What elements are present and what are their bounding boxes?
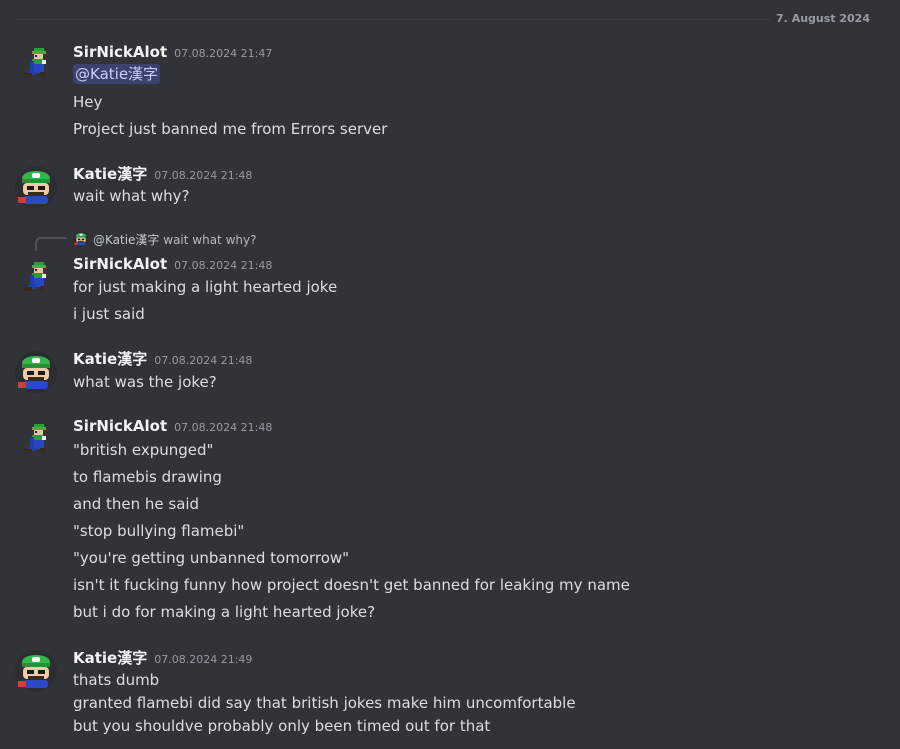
chat-view: 7. August 2024 SirNickAlot 07.08.2024 21:…: [0, 0, 900, 749]
date-divider-label: 7. August 2024: [770, 12, 870, 25]
message-line: @Katie漢字: [73, 64, 161, 84]
username[interactable]: SirNickAlot: [73, 255, 167, 273]
message-line: granted flamebi did say that british jok…: [73, 694, 576, 712]
username[interactable]: Katie漢字: [73, 649, 147, 667]
message-line: thats dumb: [73, 671, 160, 689]
username[interactable]: Katie漢字: [73, 350, 147, 368]
user-avatar[interactable]: [14, 165, 58, 209]
message-line: Hey: [73, 93, 103, 111]
message-line: but i do for making a light hearted joke…: [73, 603, 376, 621]
message-line: for just making a light hearted joke: [73, 278, 338, 296]
message-header: SirNickAlot 07.08.2024 21:48: [73, 416, 272, 435]
message-line: isn't it fucking funny how project doesn…: [73, 576, 630, 594]
user-avatar[interactable]: [14, 350, 58, 394]
date-divider-line: [16, 19, 870, 20]
user-mention[interactable]: @Katie漢字: [73, 64, 161, 84]
message-header: Katie漢字 07.08.2024 21:49: [73, 647, 252, 668]
message-line: wait what why?: [73, 187, 190, 205]
message-line: "you're getting unbanned tomorrow": [73, 549, 350, 567]
message-line: and then he said: [73, 495, 200, 513]
message-line: i just said: [73, 305, 145, 323]
reply-text: wait what why?: [163, 233, 257, 247]
reply-user: @Katie漢字: [93, 233, 160, 247]
timestamp: 07.08.2024 21:47: [174, 47, 273, 60]
reply-avatar: [73, 231, 89, 247]
message-line: to flamebis drawing: [73, 468, 222, 486]
timestamp: 07.08.2024 21:49: [154, 653, 253, 666]
message-header: SirNickAlot 07.08.2024 21:47: [73, 42, 272, 61]
timestamp: 07.08.2024 21:48: [154, 169, 253, 182]
timestamp: 07.08.2024 21:48: [174, 421, 273, 434]
message-header: SirNickAlot 07.08.2024 21:48: [73, 254, 272, 273]
user-avatar[interactable]: [14, 256, 58, 300]
user-avatar[interactable]: [14, 649, 58, 693]
timestamp: 07.08.2024 21:48: [154, 354, 253, 367]
message-header: Katie漢字 07.08.2024 21:48: [73, 163, 252, 184]
username[interactable]: SirNickAlot: [73, 43, 167, 61]
user-avatar[interactable]: [14, 42, 58, 86]
user-avatar[interactable]: [14, 418, 58, 462]
reply-spine: [35, 237, 67, 251]
message-header: Katie漢字 07.08.2024 21:48: [73, 348, 252, 369]
username[interactable]: SirNickAlot: [73, 417, 167, 435]
message-line: but you shouldve probably only been time…: [73, 717, 491, 735]
message-line: Project just banned me from Errors serve…: [73, 120, 388, 138]
username[interactable]: Katie漢字: [73, 165, 147, 183]
reply-reference[interactable]: @Katie漢字 wait what why?: [73, 231, 256, 249]
message-line: "british expunged": [73, 441, 214, 459]
message-line: what was the joke?: [73, 373, 217, 391]
message-line: "stop bullying flamebi": [73, 522, 245, 540]
timestamp: 07.08.2024 21:48: [174, 259, 273, 272]
